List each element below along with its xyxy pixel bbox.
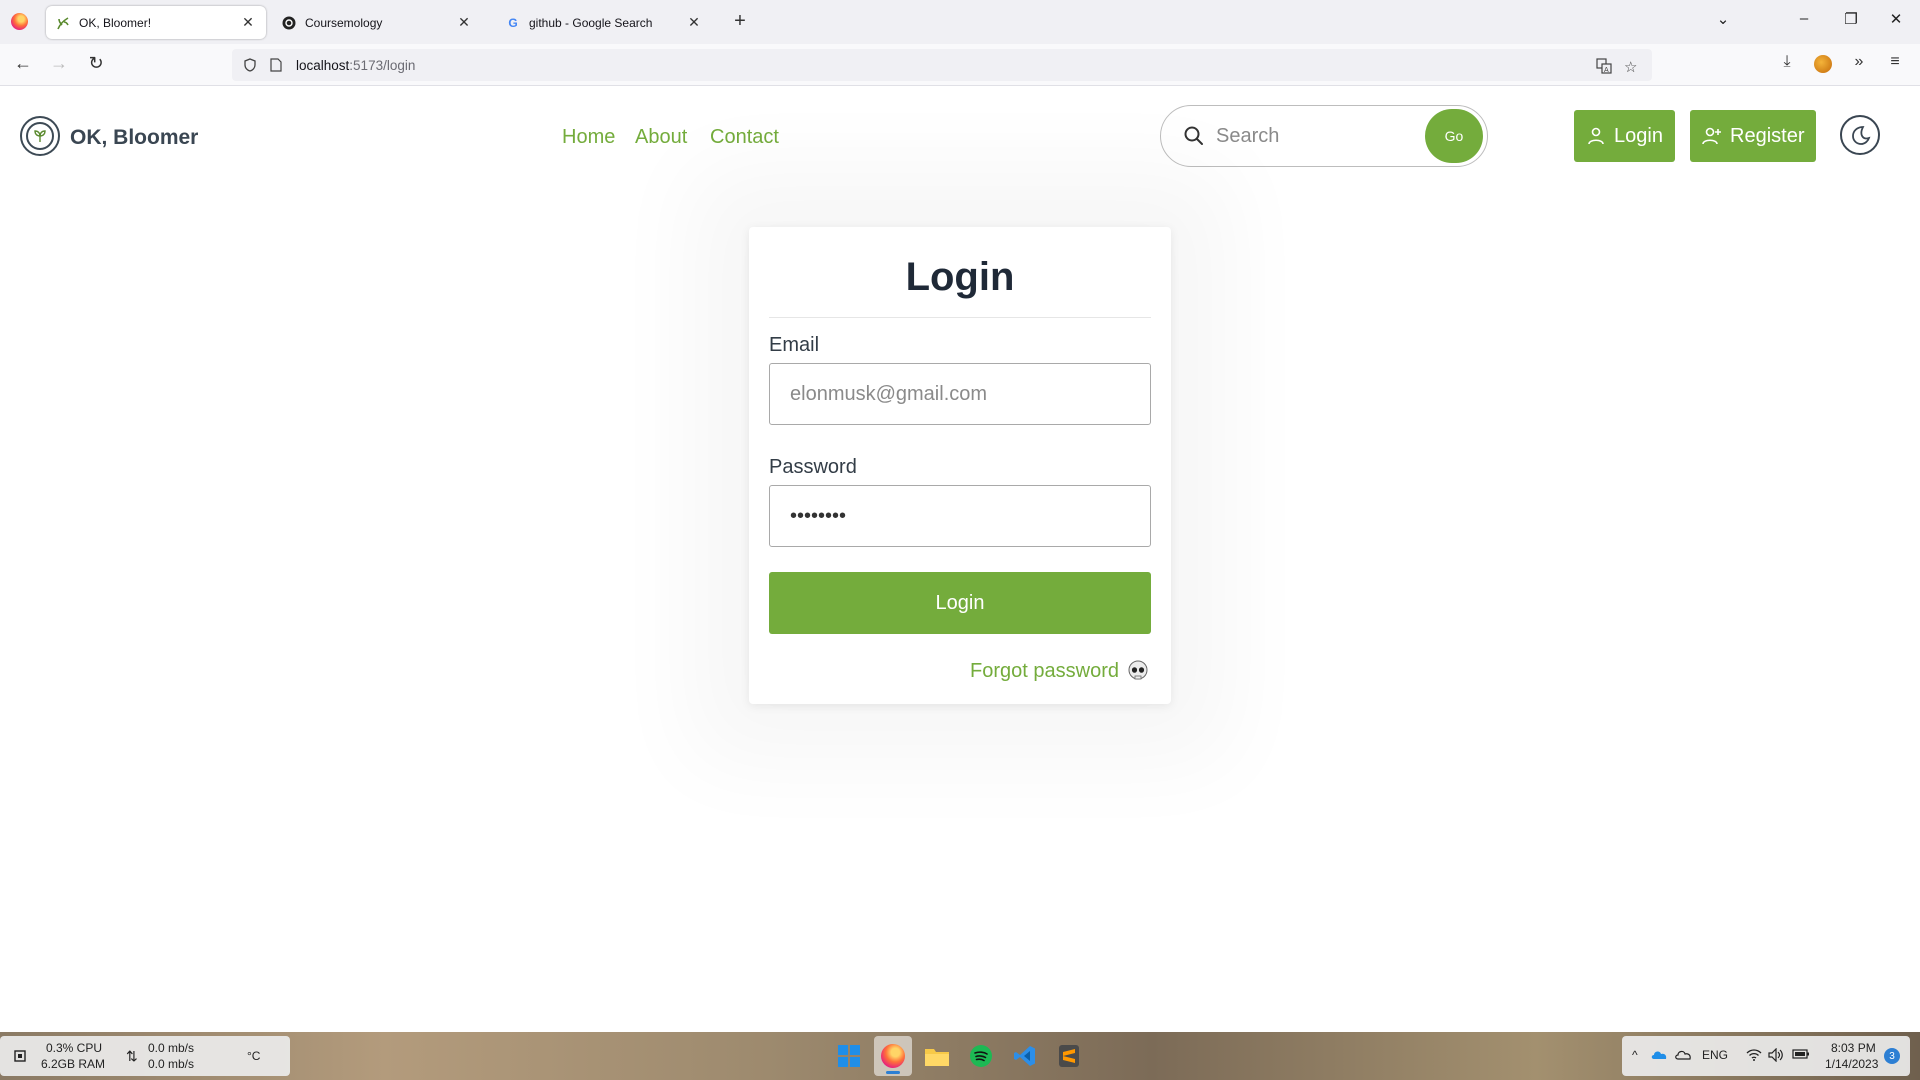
notification-badge[interactable]: 3 [1884,1048,1900,1064]
forgot-password-link[interactable]: Forgot password [970,660,1119,683]
tab-label: OK, Bloomer! [79,15,152,30]
forward-icon[interactable]: → [48,53,70,74]
vscode-icon[interactable] [1006,1036,1044,1076]
onedrive-icon[interactable] [1650,1048,1668,1063]
net-download: 0.0 mb/s [148,1057,195,1071]
network-arrows-icon: ⇅ [126,1048,138,1064]
firefox-taskbar-icon[interactable] [874,1036,912,1076]
url-path: :5173/login [349,57,416,73]
system-monitor-widget[interactable]: 0.3% CPU 6.2GB RAM ⇅ 0.0 mb/s 0.0 mb/s °… [0,1036,290,1076]
back-icon[interactable]: ← [12,53,34,74]
close-tab-icon[interactable]: ✕ [456,14,472,31]
password-field[interactable] [769,485,1151,547]
logo-icon[interactable] [20,116,60,156]
url-host: localhost [296,57,350,73]
close-tab-icon[interactable]: ✕ [686,14,702,31]
search-box: Go [1160,105,1488,167]
plant-icon [56,16,70,30]
chevron-up-icon[interactable]: ^ [1632,1048,1638,1062]
svg-text:A: A [1604,67,1609,74]
clock-date[interactable]: 1/14/2023 [1825,1056,1878,1072]
firefox-icon[interactable] [11,13,28,30]
page-icon[interactable] [268,57,284,73]
search-go-button[interactable]: Go [1425,109,1483,163]
volume-icon[interactable] [1768,1047,1784,1065]
tab-label: github - Google Search [529,15,653,30]
header-register-button[interactable]: Register [1690,110,1817,162]
skull-icon [1128,660,1148,680]
email-field[interactable] [769,363,1151,425]
restore-icon[interactable]: ❐ [1840,10,1862,28]
bookmark-star-icon[interactable]: ☆ [1624,58,1637,76]
header-login-label: Login [1614,124,1663,147]
browser-tab-bar: OK, Bloomer! ✕ Coursemology ✕ G github -… [0,0,1920,44]
nav-home-link[interactable]: Home [562,126,615,149]
tab-ok-bloomer[interactable]: OK, Bloomer! ✕ [46,6,266,39]
login-submit-button[interactable]: Login [769,572,1151,634]
search-icon [1184,126,1203,145]
minimize-icon[interactable]: – [1793,10,1815,27]
system-tray: ^ ENG 8:03 PM 1/14/2023 3 [1622,1036,1910,1076]
title-divider [769,317,1151,318]
password-label: Password [769,456,857,478]
tab-coursemology[interactable]: Coursemology ✕ [272,6,482,39]
extensions-overflow-icon[interactable]: » [1848,53,1870,71]
temperature: °C [247,1049,261,1063]
sublime-text-icon[interactable] [1050,1036,1088,1076]
reload-icon[interactable]: ↻ [85,53,107,74]
theme-toggle[interactable] [1840,115,1880,155]
tab-google-search[interactable]: G github - Google Search ✕ [496,6,712,39]
google-icon: G [508,15,518,30]
taskbar-apps [830,1036,1088,1076]
downloads-icon[interactable]: ⤓ [1776,53,1798,71]
net-upload: 0.0 mb/s [148,1041,195,1055]
cpu-usage: 0.3% CPU [46,1041,103,1055]
brand-name[interactable]: OK, Bloomer [70,126,198,150]
nav-about-link[interactable]: About [635,126,687,149]
input-language[interactable]: ENG [1702,1048,1728,1062]
ram-usage: 6.2GB RAM [41,1057,106,1071]
tab-label: Coursemology [305,15,383,30]
header-login-button[interactable]: Login [1574,110,1675,162]
login-card: Login Email Password Login Forgot passwo… [749,227,1171,704]
nav-contact-link[interactable]: Contact [710,126,779,149]
person-add-icon [1702,127,1721,145]
coursemology-icon [282,16,296,30]
close-window-icon[interactable]: ✕ [1885,10,1907,28]
login-title: Login [905,255,1015,299]
email-label: Email [769,334,820,356]
new-tab-icon[interactable]: + [730,10,750,33]
search-input[interactable] [1216,118,1416,154]
shield-icon[interactable] [242,57,258,73]
person-icon [1588,127,1604,145]
menu-icon[interactable]: ≡ [1884,53,1906,71]
translate-icon[interactable]: A [1596,58,1612,78]
profile-avatar[interactable] [1814,55,1832,73]
windows-start-icon[interactable] [830,1036,868,1076]
taskbar: 0.3% CPU 6.2GB RAM ⇅ 0.0 mb/s 0.0 mb/s °… [0,1032,1920,1080]
close-tab-icon[interactable]: ✕ [240,14,256,31]
url-bar[interactable]: localhost:5173/login A ☆ [232,49,1652,81]
list-all-tabs-icon[interactable]: ⌄ [1712,10,1734,28]
browser-toolbar: ← → ↻ localhost:5173/login A ☆ ⤓ » ≡ [0,44,1920,86]
file-explorer-icon[interactable] [918,1036,956,1076]
cloud-icon[interactable] [1674,1048,1692,1063]
header-register-label: Register [1730,124,1805,147]
clock-time[interactable]: 8:03 PM [1831,1040,1876,1056]
wifi-icon[interactable] [1746,1048,1762,1065]
spotify-icon[interactable] [962,1036,1000,1076]
chip-icon [14,1050,26,1062]
site-header: OK, Bloomer Home About Contact Go Login … [0,87,1920,187]
battery-icon[interactable] [1792,1048,1810,1063]
moon-icon [1852,126,1871,145]
